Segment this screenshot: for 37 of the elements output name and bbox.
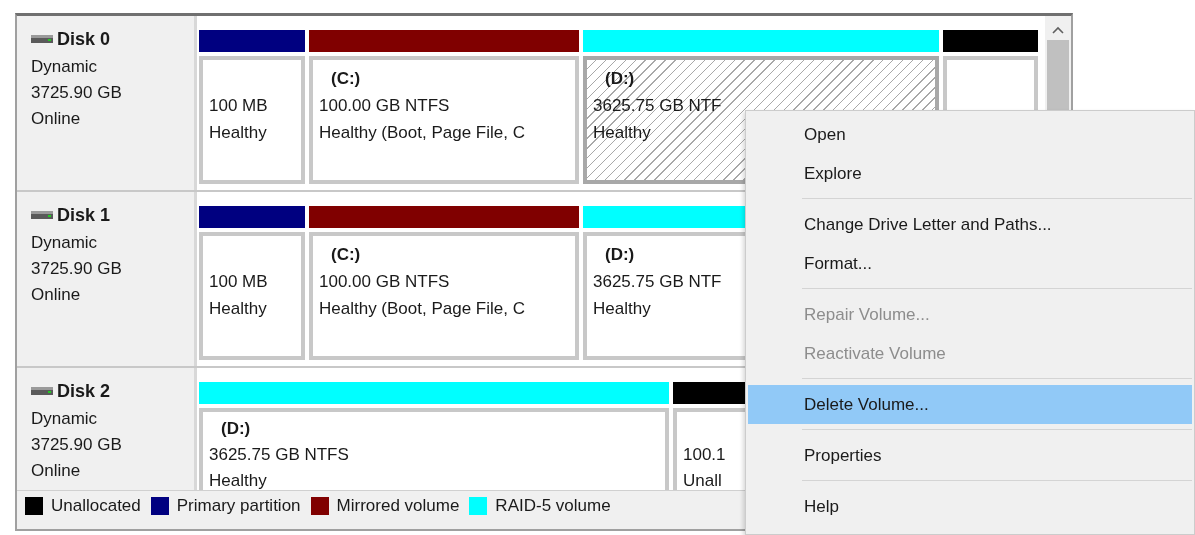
- disk-status: Online: [31, 284, 81, 306]
- volume-letter: (D:): [604, 68, 635, 90]
- disk-size: 3725.90 GB: [31, 258, 122, 280]
- legend-label: Primary partition: [176, 496, 301, 516]
- disk-type: Dynamic: [31, 232, 98, 254]
- legend-label: Unallocated: [51, 496, 141, 516]
- volume-status: Healthy: [209, 122, 267, 144]
- volume-status: Healthy: [209, 298, 267, 320]
- disk-type: Dynamic: [31, 408, 98, 430]
- legend-label: RAID-5 volume: [495, 496, 611, 516]
- volume-status: Healthy (Boot, Page File, C: [319, 122, 525, 144]
- volume-size: 100 MB: [209, 271, 268, 293]
- disk-status: Online: [31, 108, 81, 130]
- volume-size: 3625.75 GB NTFS: [209, 444, 349, 466]
- volume-size: 100 MB: [209, 95, 268, 117]
- volume-status: Healthy: [209, 470, 267, 490]
- disk-size: 3725.90 GB: [31, 434, 122, 456]
- volume-letter: (C:): [330, 68, 361, 90]
- volume-size: 100.1: [683, 444, 726, 466]
- volume-size: 100.00 GB NTFS: [319, 95, 450, 117]
- volume-status: Unall: [683, 470, 722, 490]
- volume-status: Healthy (Boot, Page File, C: [319, 298, 525, 320]
- disk-status: Online: [31, 460, 81, 482]
- volume-letter: (C:): [330, 244, 361, 266]
- disk-name: Disk 2: [57, 380, 111, 402]
- disk-name: Disk 0: [57, 28, 111, 50]
- disk-size: 3725.90 GB: [31, 82, 122, 104]
- volume-size: 3625.75 GB NTF: [593, 95, 722, 117]
- volume-status: Healthy: [593, 122, 651, 144]
- disk-name: Disk 1: [57, 204, 111, 226]
- volume-status: Healthy: [593, 298, 651, 320]
- volume-size: 100.00 GB NTFS: [319, 271, 450, 293]
- legend-label: Mirrored volume: [336, 496, 460, 516]
- volume-letter: (D:): [220, 418, 251, 440]
- volume-size: 3625.75 GB NTF: [593, 271, 722, 293]
- disk-type: Dynamic: [31, 56, 98, 78]
- volume-letter: (D:): [604, 244, 635, 266]
